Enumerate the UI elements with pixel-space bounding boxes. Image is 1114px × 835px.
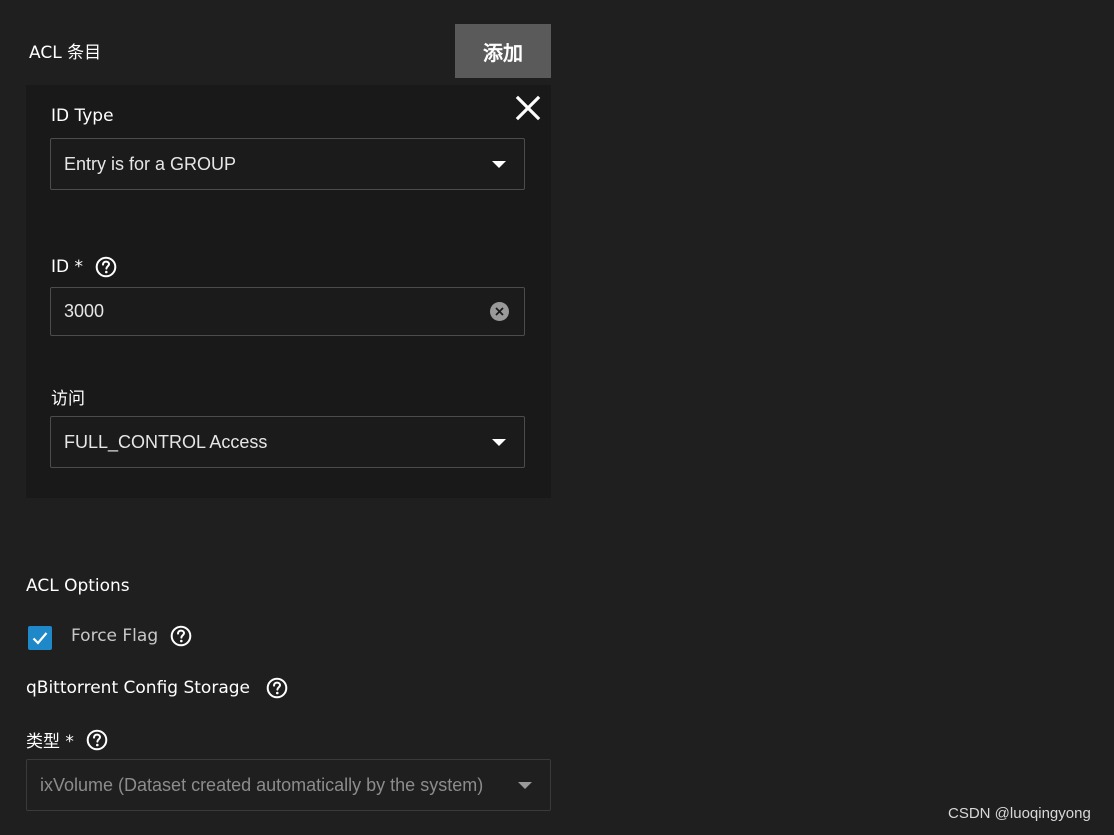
storage-type-label: 类型 * bbox=[26, 727, 108, 752]
help-icon[interactable] bbox=[95, 256, 117, 278]
storage-type-select: ixVolume (Dataset created automatically … bbox=[26, 759, 551, 811]
storage-type-value: ixVolume (Dataset created automatically … bbox=[40, 774, 484, 795]
caret-down-icon bbox=[492, 160, 506, 168]
acl-options-title-text: ACL Options bbox=[26, 576, 130, 596]
access-label-text: 访问 bbox=[51, 389, 85, 409]
storage-title: qBittorrent Config Storage bbox=[26, 677, 288, 699]
help-icon[interactable] bbox=[86, 729, 108, 751]
id-label: ID * bbox=[51, 256, 117, 278]
checkmark-icon bbox=[32, 632, 48, 645]
force-flag-label: Force Flag bbox=[71, 625, 192, 647]
id-type-select[interactable]: Entry is for a GROUP bbox=[50, 138, 525, 190]
caret-down-icon bbox=[518, 781, 532, 789]
watermark: CSDN @luoqingyong bbox=[948, 805, 1091, 822]
id-type-label: ID Type bbox=[51, 106, 114, 126]
acl-entries-title: ACL 条目 bbox=[29, 43, 102, 63]
add-entry-button[interactable]: 添加 bbox=[455, 24, 551, 78]
access-label: 访问 bbox=[51, 384, 85, 409]
access-value: FULL_CONTROL Access bbox=[64, 431, 268, 452]
id-input[interactable] bbox=[51, 300, 490, 323]
force-flag-checkbox[interactable] bbox=[28, 626, 52, 650]
acl-options-title: ACL Options bbox=[26, 576, 130, 596]
storage-type-label-text: 类型 * bbox=[26, 732, 74, 752]
force-flag-label-text[interactable]: Force Flag bbox=[71, 626, 158, 646]
help-icon[interactable] bbox=[266, 677, 288, 699]
storage-title-text: qBittorrent Config Storage bbox=[26, 678, 250, 698]
id-type-label-text: ID Type bbox=[51, 106, 114, 126]
id-type-value: Entry is for a GROUP bbox=[64, 153, 237, 174]
id-field[interactable] bbox=[50, 287, 525, 336]
acl-editor-panel: ACL 条目 添加 ID Type Entry is for a GROUP I… bbox=[0, 0, 1114, 835]
access-select[interactable]: FULL_CONTROL Access bbox=[50, 416, 525, 468]
close-icon[interactable] bbox=[512, 92, 544, 124]
id-label-text: ID * bbox=[51, 257, 84, 277]
caret-down-icon bbox=[492, 438, 506, 446]
clear-input-icon[interactable] bbox=[490, 302, 509, 321]
help-icon[interactable] bbox=[170, 625, 192, 647]
